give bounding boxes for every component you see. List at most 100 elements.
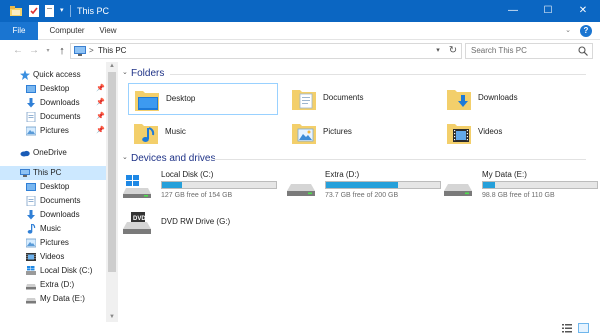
pictures-icon	[26, 238, 36, 248]
properties-icon[interactable]	[28, 5, 40, 17]
folder-desktop[interactable]: Desktop	[128, 83, 278, 115]
folders-section-title: Folders	[131, 68, 165, 79]
videos-icon	[26, 253, 36, 261]
new-folder-icon[interactable]	[44, 5, 56, 17]
hard-drive-icon	[444, 184, 472, 196]
this-pc-icon	[20, 169, 30, 177]
dvd-drive-icon: DVD	[123, 212, 151, 234]
drive-extra-d[interactable]: Extra (D:) 73.7 GB free of 200 GB	[284, 169, 441, 205]
expand-ribbon-icon[interactable]: ⌄	[563, 26, 573, 36]
sidebar-item-onedrive[interactable]: OneDrive	[0, 146, 106, 160]
folder-label: Pictures	[323, 127, 352, 136]
sidebar-item-extra-d[interactable]: Extra (D:)	[0, 278, 106, 292]
sidebar-label: Documents	[40, 112, 81, 121]
pin-icon[interactable]: 📌	[96, 124, 105, 138]
help-icon[interactable]: ?	[580, 25, 592, 37]
sidebar-label: Music	[40, 224, 61, 233]
sidebar-item-pc-documents[interactable]: Documents	[0, 194, 106, 208]
sidebar-item-pc-videos[interactable]: Videos	[0, 250, 106, 264]
back-button[interactable]: ←	[12, 44, 24, 58]
desktop-icon	[26, 85, 36, 93]
drives-section-header[interactable]: ⌄ Devices and drives	[118, 152, 594, 166]
sidebar-label: Desktop	[40, 182, 70, 191]
sidebar-item-pc-downloads[interactable]: Downloads	[0, 208, 106, 222]
svg-text:DVD: DVD	[133, 216, 146, 222]
address-dropdown[interactable]: ▾	[432, 44, 444, 58]
folder-downloads[interactable]: Downloads	[441, 83, 591, 115]
drive-usage-fill	[326, 182, 398, 188]
folders-section-header[interactable]: ⌄ Folders	[118, 67, 594, 81]
hard-drive-icon	[287, 184, 315, 196]
folder-documents[interactable]: Documents	[286, 83, 436, 115]
folder-pictures[interactable]: Pictures	[286, 117, 436, 149]
windows-drive-icon	[123, 175, 151, 198]
tab-view[interactable]: View	[94, 22, 122, 40]
breadcrumb-separator[interactable]: >	[89, 44, 94, 58]
section-divider	[214, 159, 586, 160]
pin-icon[interactable]: 📌	[96, 110, 105, 124]
large-icons-view-icon[interactable]	[578, 323, 589, 333]
videos-folder-icon	[447, 124, 471, 144]
documents-folder-icon	[292, 90, 316, 110]
sidebar-label: Documents	[40, 196, 81, 205]
sidebar-item-downloads[interactable]: Downloads 📌	[0, 96, 106, 110]
sidebar-item-this-pc[interactable]: This PC	[0, 166, 106, 180]
sidebar-label: This PC	[33, 168, 62, 177]
title-bar[interactable]: ▾ This PC — ☐ ✕	[0, 0, 600, 22]
details-view-icon[interactable]	[562, 324, 572, 333]
documents-icon	[26, 112, 36, 122]
sidebar-item-desktop[interactable]: Desktop 📌	[0, 82, 106, 96]
hard-drive-icon	[26, 298, 36, 304]
refresh-button[interactable]: ↻	[446, 44, 460, 58]
drive-usage-bar	[482, 181, 598, 189]
folder-label: Downloads	[478, 93, 518, 102]
up-button[interactable]: ↑	[56, 44, 68, 58]
tab-file[interactable]: File	[0, 22, 38, 40]
collapse-chevron-icon[interactable]: ⌄	[122, 68, 128, 76]
drive-dvd-g[interactable]: DVD DVD RW Drive (G:)	[120, 206, 270, 242]
window-title: This PC	[77, 6, 110, 16]
forward-button[interactable]: →	[28, 44, 40, 58]
explorer-app-icon[interactable]	[10, 5, 22, 17]
sidebar-item-quick-access[interactable]: Quick access	[0, 68, 106, 82]
sidebar-label: Local Disk (C:)	[40, 266, 93, 275]
collapse-chevron-icon[interactable]: ⌄	[122, 153, 128, 161]
sidebar-item-pc-music[interactable]: Music	[0, 222, 106, 236]
sidebar-item-local-disk-c[interactable]: Local Disk (C:)	[0, 264, 106, 278]
pin-icon[interactable]: 📌	[96, 82, 105, 96]
star-icon	[20, 70, 30, 80]
recent-locations-dropdown[interactable]: ▾	[42, 44, 54, 58]
folder-label: Documents	[323, 93, 364, 102]
drive-label: Extra (D:)	[325, 170, 360, 179]
folder-videos[interactable]: Videos	[441, 117, 591, 149]
sidebar-item-pictures[interactable]: Pictures 📌	[0, 124, 106, 138]
drive-local-disk-c[interactable]: Local Disk (C:) 127 GB free of 154 GB	[120, 169, 277, 205]
folder-music[interactable]: Music	[128, 117, 278, 149]
scroll-up-icon[interactable]: ▲	[106, 62, 118, 71]
music-folder-icon	[134, 124, 158, 144]
tab-computer[interactable]: Computer	[42, 22, 92, 40]
scrollbar-thumb[interactable]	[108, 72, 116, 272]
sidebar-item-pc-pictures[interactable]: Pictures	[0, 236, 106, 250]
sidebar-item-documents[interactable]: Documents 📌	[0, 110, 106, 124]
sidebar-scrollbar[interactable]: ▲ ▼	[106, 62, 118, 322]
sidebar-label: Videos	[40, 252, 65, 261]
scroll-down-icon[interactable]: ▼	[106, 313, 118, 322]
close-button[interactable]: ✕	[566, 0, 600, 22]
minimize-button[interactable]: —	[496, 0, 530, 22]
documents-icon	[26, 196, 36, 206]
this-pc-icon	[74, 46, 86, 56]
sidebar-label: Downloads	[40, 210, 80, 219]
maximize-button[interactable]: ☐	[531, 0, 565, 22]
content-pane: ⌄ Folders Desktop Documents Downloads Mu…	[118, 62, 600, 322]
search-input[interactable]: Search This PC	[465, 43, 593, 59]
file-explorer-window: ▾ This PC — ☐ ✕ File Computer View ⌄ ? ←…	[0, 0, 600, 335]
status-bar	[0, 322, 600, 335]
sidebar-item-my-data-e[interactable]: My Data (E:)	[0, 292, 106, 306]
sidebar-label: Quick access	[33, 70, 81, 79]
breadcrumb-this-pc[interactable]: This PC	[98, 44, 126, 58]
drive-my-data-e[interactable]: My Data (E:) 98.8 GB free of 110 GB	[441, 169, 598, 205]
address-bar[interactable]: > This PC	[70, 43, 462, 59]
sidebar-item-pc-desktop[interactable]: Desktop	[0, 180, 106, 194]
pin-icon[interactable]: 📌	[96, 96, 105, 110]
